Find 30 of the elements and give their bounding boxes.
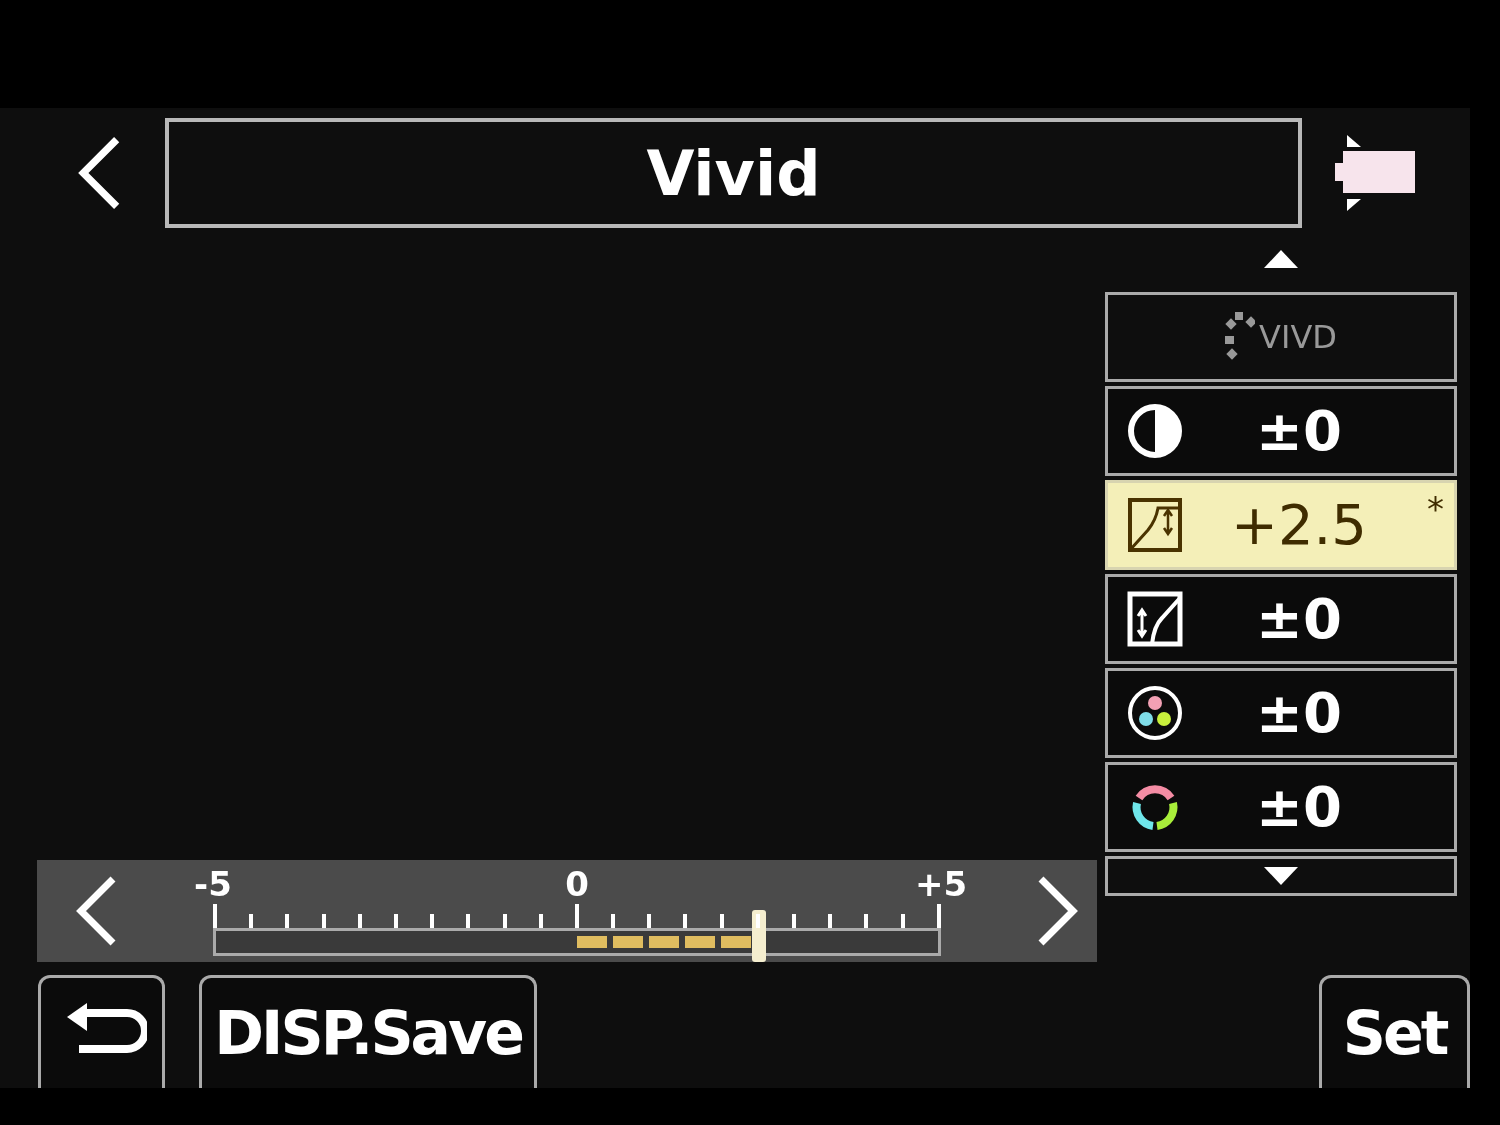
modified-mark: *: [1427, 489, 1444, 529]
save-button[interactable]: DISP.Save: [199, 975, 538, 1088]
setting-value: ±0: [1256, 403, 1342, 459]
setting-row[interactable]: ±0: [1105, 762, 1457, 852]
style-badge-text: VIVD: [1259, 318, 1337, 356]
setting-value: ±0: [1256, 591, 1342, 647]
set-button[interactable]: Set: [1319, 975, 1470, 1088]
setting-value: ±0: [1256, 685, 1342, 741]
back-button[interactable]: [38, 975, 166, 1088]
battery-icon: [1335, 133, 1415, 213]
scale-label: 0: [564, 866, 590, 902]
scale-label: -5: [193, 866, 233, 902]
dots-icon: [1225, 312, 1256, 362]
setting-row[interactable]: ±0: [1105, 668, 1457, 758]
scroll-up-icon[interactable]: [1264, 250, 1298, 268]
curve-adjust-icon: [1126, 590, 1184, 648]
contrast-icon: [1126, 402, 1184, 460]
setting-value: +2.5: [1231, 497, 1367, 553]
slider-thumb[interactable]: [752, 910, 766, 962]
color-dots-icon: [1126, 684, 1184, 742]
setting-row[interactable]: ±0: [1105, 574, 1457, 664]
scroll-down-button[interactable]: [1105, 856, 1457, 896]
setting-row[interactable]: +2.5 *: [1105, 480, 1457, 570]
setting-row[interactable]: ±0: [1105, 386, 1457, 476]
scroll-down-icon: [1264, 867, 1298, 885]
setting-value: ±0: [1256, 779, 1342, 835]
curve-adjust-icon: [1126, 496, 1184, 554]
scale-label: +5: [913, 866, 969, 902]
style-title: Vivid: [165, 118, 1302, 228]
slider-track[interactable]: [213, 910, 941, 962]
